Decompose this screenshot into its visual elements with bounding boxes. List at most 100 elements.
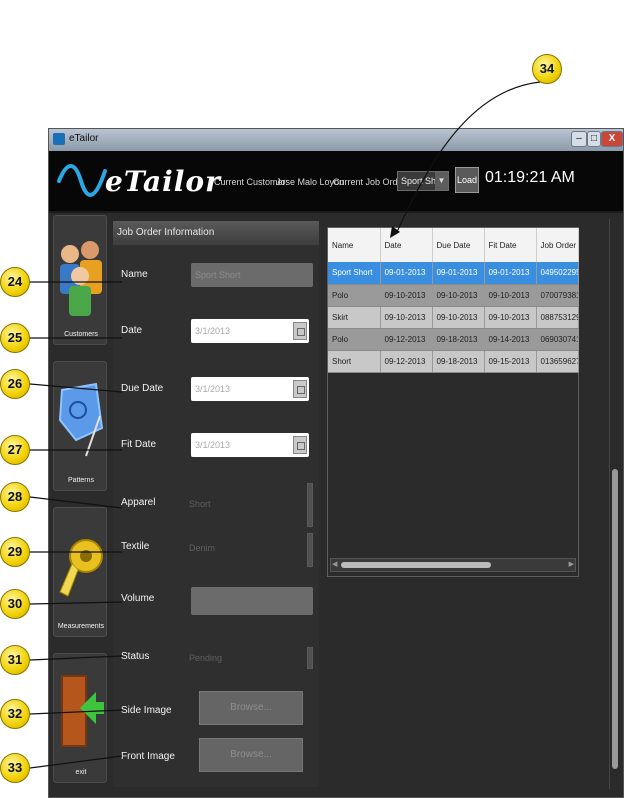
vertical-scrollbar[interactable] — [609, 219, 619, 789]
cell-due-date: 09-10-2013 — [432, 306, 485, 329]
status-dropdown-toggle[interactable] — [307, 647, 313, 669]
callout-badge: 25 — [0, 323, 30, 353]
name-field[interactable]: Sport Short — [191, 263, 313, 287]
callout-badge: 30 — [0, 589, 30, 619]
due-date-label: Due Date — [121, 383, 164, 394]
cell-fit-date: 09-01-2013 — [484, 262, 537, 285]
cell-date: 09-10-2013 — [380, 306, 433, 329]
cell-due-date: 09-01-2013 — [432, 262, 485, 285]
callout-badge: 29 — [0, 537, 30, 567]
sidebar-item-exit[interactable]: exit — [53, 653, 107, 783]
cell-due-date: 09-18-2013 — [432, 350, 485, 373]
fit-date-field[interactable]: 3/1/2013 — [191, 433, 309, 457]
cell-date: 09-12-2013 — [380, 350, 433, 373]
chevron-down-icon[interactable]: ▼ — [435, 172, 448, 190]
column-header-name[interactable]: Name — [328, 228, 381, 262]
date-field[interactable]: 3/1/2013 — [191, 319, 309, 343]
cell-date: 09-01-2013 — [380, 262, 433, 285]
app-icon — [53, 133, 65, 145]
sidebar-item-label: Customers — [64, 331, 98, 338]
cell-fit-date: 09-10-2013 — [484, 306, 537, 329]
app-logo: eTailor — [105, 165, 221, 198]
window-titlebar[interactable]: eTailor – □ X — [49, 129, 623, 151]
textile-field[interactable]: Denim — [189, 543, 215, 553]
column-header-job-order-number[interactable]: Job Order # — [536, 228, 579, 262]
sidebar-item-customers[interactable]: Customers — [53, 215, 107, 345]
column-header-due-date[interactable]: Due Date — [432, 228, 485, 262]
scrollbar-thumb[interactable] — [341, 562, 491, 568]
customers-icon — [60, 241, 102, 316]
app-header: eTailor Current Customer: Jose Malo Loyo… — [49, 151, 623, 213]
volume-label: Volume — [121, 593, 155, 604]
apparel-label: Apparel — [121, 497, 156, 508]
side-image-label: Side Image — [121, 705, 172, 716]
sidebar-item-patterns[interactable]: Patterns — [53, 361, 107, 491]
callout-badge: 34 — [532, 54, 562, 84]
callout-badge: 27 — [0, 435, 30, 465]
close-button[interactable]: X — [601, 131, 623, 147]
cell-name: Short — [328, 350, 381, 373]
status-field[interactable]: Pending — [189, 653, 222, 663]
patterns-icon — [58, 382, 104, 457]
cell-date: 09-10-2013 — [380, 284, 433, 307]
scroll-right-arrow-icon[interactable]: ▶ — [569, 559, 574, 571]
cell-job-order-number: 088753129 — [536, 306, 579, 329]
window-title: eTailor — [69, 133, 99, 144]
sidebar-item-label: Measurements — [57, 623, 105, 630]
side-image-browse-button[interactable]: Browse... — [199, 691, 303, 725]
table-row[interactable]: Sport Short 09-01-2013 09-01-2013 09-01-… — [328, 262, 579, 285]
due-date-field[interactable]: 3/1/2013 — [191, 377, 309, 401]
callout-badge: 33 — [0, 753, 30, 783]
minimize-button[interactable]: – — [571, 131, 587, 147]
cell-date: 09-12-2013 — [380, 328, 433, 351]
cell-job-order-number: 069030741 — [536, 328, 579, 351]
column-header-date[interactable]: Date — [380, 228, 433, 262]
sidebar-item-label: exit — [75, 769, 87, 776]
cell-fit-date: 09-15-2013 — [484, 350, 537, 373]
table-header-row: Name Date Due Date Fit Date Job Order # — [328, 228, 579, 262]
etailor-window: eTailor – □ X eTailor Current Customer: … — [48, 128, 624, 798]
calendar-icon[interactable] — [293, 322, 307, 340]
clock-display: 01:19:21 AM — [485, 169, 575, 186]
textile-scrollbar[interactable] — [307, 533, 313, 567]
sidebar-item-label: Patterns — [67, 477, 95, 484]
cell-fit-date: 09-14-2013 — [484, 328, 537, 351]
status-label: Status — [121, 651, 150, 662]
exit-door-icon — [61, 675, 104, 747]
cell-job-order-number: 013659627 — [536, 350, 579, 373]
table-row[interactable]: Skirt 09-10-2013 09-10-2013 09-10-2013 0… — [328, 306, 579, 329]
callout-badge: 24 — [0, 267, 30, 297]
calendar-icon[interactable] — [293, 380, 307, 398]
cell-name: Sport Short — [328, 262, 381, 285]
calendar-icon[interactable] — [293, 436, 307, 454]
horizontal-scrollbar[interactable]: ◀ ▶ — [330, 558, 576, 572]
form-title: Job Order Information — [113, 221, 319, 245]
scroll-left-arrow-icon[interactable]: ◀ — [332, 559, 337, 571]
job-orders-table-panel: Name Date Due Date Fit Date Job Order # … — [327, 227, 579, 577]
cell-name: Polo — [328, 284, 381, 307]
job-orders-table: Name Date Due Date Fit Date Job Order # … — [328, 228, 579, 373]
cell-due-date: 09-18-2013 — [432, 328, 485, 351]
scrollbar-thumb[interactable] — [612, 469, 618, 769]
callout-badge: 31 — [0, 645, 30, 675]
measuring-tape-icon — [59, 539, 103, 597]
sidebar-item-measurements[interactable]: Measurements — [53, 507, 107, 637]
cell-name: Skirt — [328, 306, 381, 329]
load-button[interactable]: Load — [455, 167, 479, 193]
column-header-fit-date[interactable]: Fit Date — [484, 228, 537, 262]
front-image-browse-button[interactable]: Browse... — [199, 738, 303, 772]
callout-badge: 32 — [0, 699, 30, 729]
apparel-scrollbar[interactable] — [307, 483, 313, 527]
callout-badge: 26 — [0, 369, 30, 399]
volume-field[interactable] — [191, 587, 313, 615]
front-image-label: Front Image — [121, 751, 175, 762]
fit-date-label: Fit Date — [121, 439, 157, 450]
table-row[interactable]: Polo 09-12-2013 09-18-2013 09-14-2013 06… — [328, 328, 579, 351]
logo-wave-icon — [57, 164, 107, 197]
maximize-button[interactable]: □ — [587, 131, 601, 147]
cell-name: Polo — [328, 328, 381, 351]
table-row[interactable]: Short 09-12-2013 09-18-2013 09-15-2013 0… — [328, 350, 579, 373]
table-row[interactable]: Polo 09-10-2013 09-10-2013 09-10-2013 07… — [328, 284, 579, 307]
job-order-form: Job Order Information Name Sport Short D… — [113, 221, 319, 787]
apparel-field[interactable]: Short — [189, 499, 211, 509]
